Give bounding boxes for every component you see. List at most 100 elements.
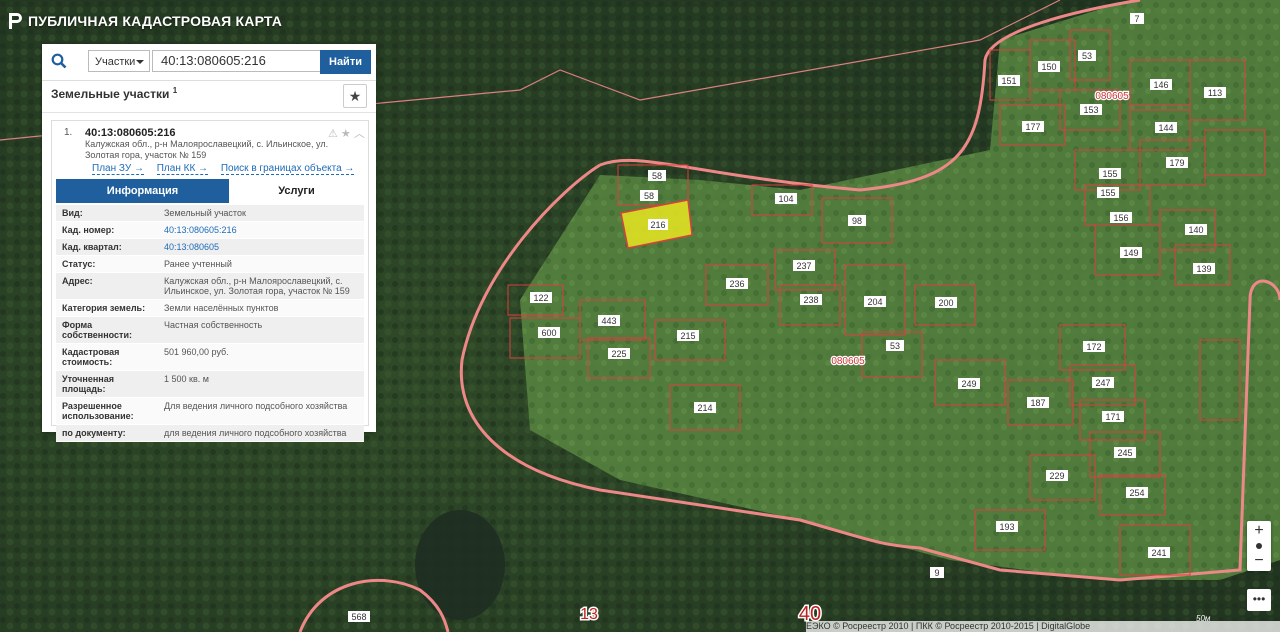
parcel-label-156: 156	[1113, 213, 1128, 223]
info-value-link[interactable]: 40:13:080605:216	[160, 222, 364, 238]
info-value: 1 500 кв. м	[164, 374, 209, 384]
zoom-out-button[interactable]: −	[1247, 551, 1271, 571]
info-row: Кад. квартал: 40:13:080605	[56, 239, 364, 256]
parcel-label-215: 215	[680, 331, 695, 341]
info-value: 501 960,00 руб.	[164, 347, 229, 357]
info-label: Разрешенное использование:	[62, 401, 134, 421]
more-options-button[interactable]: •••	[1247, 589, 1271, 611]
parcel-label-247: 247	[1095, 378, 1110, 388]
info-value: Калужская обл., р-н Малоярославецкий, с.…	[164, 276, 350, 296]
parcel-label-7: 7	[1134, 14, 1139, 24]
info-value: Ранее учтенный	[164, 259, 232, 269]
info-label: Кадастровая стоимость:	[62, 347, 120, 367]
parcel-label-98: 98	[852, 216, 862, 226]
parcel-label-9: 9	[934, 568, 939, 578]
parcel-label-229: 229	[1049, 471, 1064, 481]
result-tabs: Информация Услуги	[56, 179, 364, 203]
info-row: по документу: для ведения личного подсобн…	[56, 425, 364, 442]
favorite-star-button[interactable]: ★	[343, 84, 367, 108]
plan-kk-link[interactable]: План КК →	[156, 163, 209, 175]
info-label: Вид:	[62, 208, 83, 218]
parcel-label-600: 600	[541, 328, 556, 338]
parcel-label-187: 187	[1030, 398, 1045, 408]
plan-zu-link[interactable]: План ЗУ →	[92, 163, 144, 175]
parcel-label-104: 104	[778, 194, 793, 204]
parcel-label-155b: 155	[1100, 188, 1115, 198]
parcel-label-122: 122	[533, 293, 548, 303]
search-type-label: Участки	[95, 56, 136, 68]
tab-services[interactable]: Услуги	[229, 179, 364, 203]
info-row: Форма собственности: Частная собственност…	[56, 317, 364, 344]
info-label: Уточненная площадь:	[62, 374, 114, 394]
app-brand[interactable]: ПУБЛИЧНАЯ КАДАСТРОВАЯ КАРТА	[8, 13, 282, 29]
zoom-control: + −	[1247, 521, 1271, 571]
pond	[415, 510, 505, 620]
info-row: Статус: Ранее учтенный	[56, 256, 364, 273]
find-button[interactable]: Найти	[320, 50, 371, 74]
info-value-link[interactable]: 40:13:080605	[160, 239, 364, 255]
info-row: Уточненная площадь: 1 500 кв. м	[56, 371, 364, 398]
parcel-label-151: 151	[1001, 76, 1016, 86]
search-in-bounds-link[interactable]: Поиск в границах объекта →	[220, 163, 355, 175]
parcel-label-568: 568	[351, 612, 366, 622]
parcel-label-200: 200	[938, 298, 953, 308]
info-row: Кад. номер: 40:13:080605:216	[56, 222, 364, 239]
parcel-label-204: 204	[867, 297, 882, 307]
search-query-text: 40:13:080605:216	[161, 53, 266, 68]
parcel-label-177: 177	[1025, 122, 1040, 132]
search-icon[interactable]	[42, 44, 76, 78]
map-attribution: ЕЭКО © Росреестр 2010 | ПКК © Росреестр …	[806, 621, 1280, 632]
result-address: Калужская обл., р-н Малоярославецкий, с.…	[85, 139, 329, 160]
results-title: Земельные участки 1	[51, 86, 177, 101]
parcel-label-58a: 58	[652, 171, 662, 181]
parcel-label-236: 236	[729, 279, 744, 289]
info-value: для ведения личного подсобного хозяйства	[164, 428, 347, 438]
parcel-label-249: 249	[961, 379, 976, 389]
result-links: План ЗУ → План КК → Поиск в границах объ…	[92, 163, 364, 175]
results-title-text: Земельные участки	[51, 87, 170, 101]
search-panel: Участки 40:13:080605:216 × Найти Земельн…	[42, 44, 376, 442]
parcel-label-113: 113	[1208, 88, 1222, 98]
parcel-label-153: 153	[1083, 105, 1098, 115]
district-label-13: 13	[580, 606, 598, 623]
rosreestr-logo-icon	[9, 13, 22, 29]
parcel-label-241: 241	[1151, 548, 1166, 558]
info-label: Кад. номер:	[62, 225, 115, 235]
info-label: Адрес:	[62, 276, 93, 286]
parcel-label-139: 139	[1196, 264, 1211, 274]
parcel-label-58b: 58	[644, 191, 654, 201]
parcel-label-193: 193	[999, 522, 1014, 532]
info-row: Адрес: Калужская обл., р-н Малоярославецк…	[56, 273, 364, 300]
label-box: 58	[648, 170, 666, 181]
search-type-select[interactable]: Участки	[88, 50, 150, 72]
zoom-in-button[interactable]: +	[1247, 521, 1271, 541]
parcel-label-172: 172	[1086, 342, 1101, 352]
quarter-label-080605: 080605	[831, 356, 865, 367]
parcel-label-216: 216	[650, 220, 665, 230]
info-value: Земли населённых пунктов	[164, 303, 279, 313]
info-value: Частная собственность	[164, 320, 263, 330]
parcel-label-144: 144	[1158, 123, 1173, 133]
parcel-label-237: 237	[796, 261, 811, 271]
parcel-label-146: 146	[1153, 80, 1168, 90]
parcel-label-171: 171	[1105, 412, 1120, 422]
tab-information[interactable]: Информация	[56, 179, 229, 203]
info-row: Вид: Земельный участок	[56, 205, 364, 222]
parcel-label-53: 53	[890, 341, 900, 351]
info-label: Форма собственности:	[62, 320, 132, 340]
parcel-label-443: 443	[601, 316, 616, 326]
chevron-down-icon	[136, 60, 144, 64]
app-title: ПУБЛИЧНАЯ КАДАСТРОВАЯ КАРТА	[28, 13, 283, 29]
quarter-label-080605b: 080605	[1095, 91, 1129, 102]
info-row: Разрешенное использование: Для ведения ли…	[56, 398, 364, 425]
parcel-label-238: 238	[803, 295, 818, 305]
info-row: Категория земель: Земли населённых пункто…	[56, 300, 364, 317]
parcel-label-214: 214	[697, 403, 712, 413]
zoom-level-indicator[interactable]	[1247, 541, 1271, 551]
result-cadastral-number[interactable]: 40:13:080605:216	[85, 127, 176, 139]
info-label: по документу:	[62, 428, 126, 438]
parcel-label-155a: 155	[1102, 169, 1117, 179]
results-count: 1	[172, 86, 178, 95]
info-row: Кадастровая стоимость: 501 960,00 руб.	[56, 344, 364, 371]
search-bar: Участки 40:13:080605:216 × Найти	[42, 44, 376, 81]
